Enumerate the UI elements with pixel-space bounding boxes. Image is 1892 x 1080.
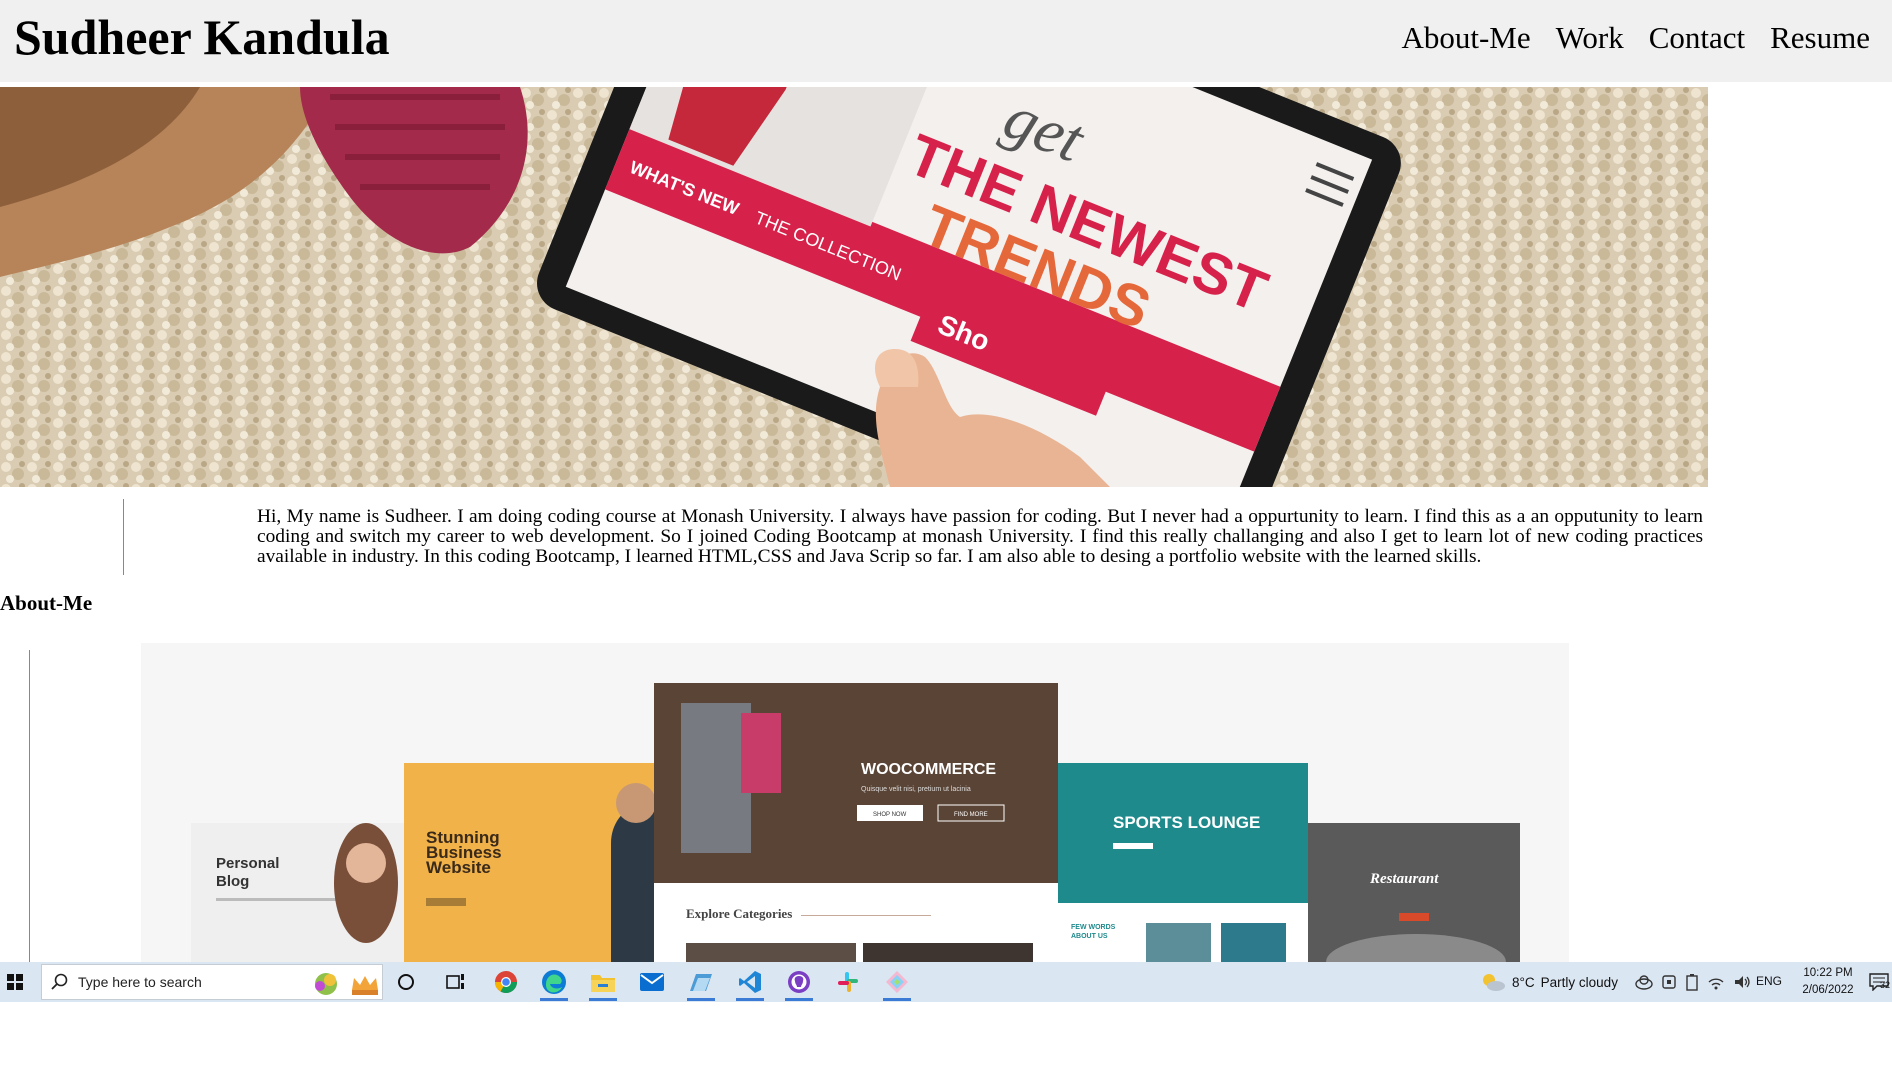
github-desktop-icon[interactable] bbox=[779, 962, 819, 1002]
card-restaurant-title: Restaurant bbox=[1369, 871, 1439, 887]
intro-divider bbox=[123, 499, 124, 575]
clock-time: 10:22 PM bbox=[1803, 967, 1853, 979]
wifi-icon[interactable] bbox=[1707, 973, 1725, 991]
input-language[interactable]: ENG bbox=[1756, 974, 1782, 988]
main-nav: About-Me Work Contact Resume bbox=[1401, 16, 1870, 60]
search-highlight-icon bbox=[315, 973, 378, 995]
nav-work[interactable]: Work bbox=[1556, 16, 1624, 60]
weather-condition: Partly cloudy bbox=[1540, 974, 1618, 990]
card-woocommerce-title: WOOCOMMERCE bbox=[861, 761, 996, 778]
hero-illustration: get THE NEWEST TRENDS Sho WHAT'S NEW THE… bbox=[0, 87, 1708, 487]
windows-start-icon[interactable] bbox=[0, 962, 30, 1002]
onedrive-icon[interactable] bbox=[1635, 973, 1653, 991]
system-tray bbox=[1635, 962, 1751, 1002]
site-header: Sudheer Kandula About-Me Work Contact Re… bbox=[0, 0, 1892, 82]
taskbar-clock[interactable]: 10:22 PM 2/06/2022 bbox=[1792, 965, 1864, 999]
card-sports-title: SPORTS LOUNGE bbox=[1113, 813, 1260, 832]
vscode-icon[interactable] bbox=[730, 962, 770, 1002]
intro-section: Hi, My name is Sudheer. I am doing codin… bbox=[0, 499, 1708, 575]
chrome-icon[interactable] bbox=[486, 962, 526, 1002]
card-woocommerce-btn1: SHOP NOW bbox=[873, 812, 907, 818]
nav-contact[interactable]: Contact bbox=[1649, 16, 1745, 60]
work-showcase-image: Personal Blog Stunning Business Website WOO… bbox=[141, 643, 1569, 962]
search-icon bbox=[51, 973, 68, 990]
task-view-icon[interactable] bbox=[436, 962, 476, 1002]
work-divider bbox=[29, 650, 30, 962]
gitkraken-icon[interactable] bbox=[877, 962, 917, 1002]
weather-widget[interactable]: 8°C Partly cloudy bbox=[1480, 962, 1618, 1002]
notification-center-icon[interactable]: 32 bbox=[1866, 962, 1892, 1002]
cortana-icon[interactable] bbox=[386, 962, 426, 1002]
about-me-heading: About-Me bbox=[0, 591, 93, 615]
slack-icon[interactable] bbox=[828, 962, 868, 1002]
site-title: Sudheer Kandula bbox=[14, 9, 390, 65]
card-woocommerce-btn2: FIND MORE bbox=[954, 812, 988, 818]
edge-icon[interactable] bbox=[534, 962, 574, 1002]
partly-cloudy-icon bbox=[1483, 974, 1505, 991]
card-explore-title: Explore Categories bbox=[686, 906, 792, 921]
volume-icon[interactable] bbox=[1733, 973, 1751, 991]
taskbar-search-input[interactable] bbox=[78, 971, 308, 993]
mail-icon[interactable] bbox=[632, 962, 672, 1002]
work-illustration: Personal Blog Stunning Business Website WOO… bbox=[141, 643, 1569, 962]
card-woocommerce-subtitle: Quisque velit nisi, pretium ut lacinia bbox=[861, 786, 971, 793]
card-business-title: Stunning Business Website bbox=[426, 828, 502, 877]
battery-icon[interactable] bbox=[1685, 973, 1699, 991]
nav-about-me[interactable]: About-Me bbox=[1401, 16, 1530, 60]
azure-data-studio-icon[interactable] bbox=[681, 962, 721, 1002]
clock-date: 2/06/2022 bbox=[1802, 984, 1854, 996]
weather-temperature: 8°C bbox=[1512, 974, 1535, 990]
nav-resume[interactable]: Resume bbox=[1770, 16, 1870, 60]
file-explorer-icon[interactable] bbox=[583, 962, 623, 1002]
hero-image: get THE NEWEST TRENDS Sho WHAT'S NEW THE… bbox=[0, 87, 1708, 487]
notification-count: 32 bbox=[1880, 980, 1891, 990]
windows-taskbar: 8°C Partly cloudy ENG 10:22 PM 2/06/2022… bbox=[0, 962, 1892, 1002]
meet-now-icon[interactable] bbox=[1661, 973, 1677, 991]
taskbar-search-box[interactable] bbox=[41, 964, 383, 1000]
intro-text: Hi, My name is Sudheer. I am doing codin… bbox=[257, 506, 1703, 567]
